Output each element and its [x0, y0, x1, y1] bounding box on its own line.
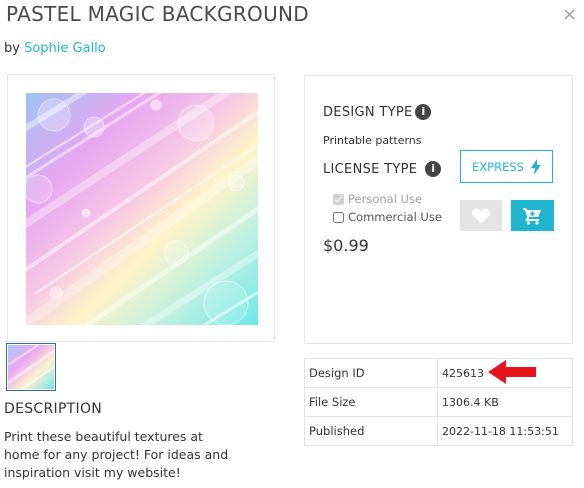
product-info-panel: DESIGN TYPE i Printable patterns LICENSE…	[304, 75, 573, 344]
cart-icon	[523, 207, 541, 225]
personal-use-option: Personal Use	[333, 192, 422, 206]
preview-thumbnail[interactable]	[6, 343, 56, 391]
personal-use-label: Personal Use	[348, 192, 423, 206]
file-size-value: 1306.4 KB	[437, 387, 573, 417]
price: $0.99	[323, 236, 369, 255]
description-heading: DESCRIPTION	[4, 401, 103, 417]
table-row: File Size 1306.4 KB	[304, 387, 573, 417]
heart-icon	[472, 208, 490, 223]
favorite-button[interactable]	[460, 200, 502, 231]
design-type-row: DESIGN TYPE i	[323, 104, 432, 120]
file-size-key: File Size	[304, 387, 438, 417]
express-button[interactable]: EXPRESS	[460, 150, 553, 183]
description-text: Print these beautiful textures at home f…	[4, 429, 229, 480]
annotation-arrow-icon	[488, 360, 536, 384]
published-value: 2022-11-18 11:53:51	[437, 416, 573, 446]
product-preview	[7, 74, 275, 342]
express-label: EXPRESS	[472, 159, 524, 174]
design-type-info-icon[interactable]: i	[415, 104, 432, 120]
license-type-label: LICENSE TYPE	[323, 161, 418, 177]
byline: by Sophie Gallo	[4, 41, 106, 56]
personal-use-checkbox	[333, 193, 344, 205]
close-icon[interactable]: ×	[562, 4, 577, 25]
author-link[interactable]: Sophie Gallo	[24, 41, 106, 56]
by-label: by	[4, 41, 20, 56]
commercial-use-option[interactable]: Commercial Use	[333, 210, 442, 224]
commercial-use-label: Commercial Use	[348, 210, 442, 224]
lightning-icon	[530, 158, 541, 175]
add-to-cart-button[interactable]	[511, 200, 554, 231]
design-type-value: Printable patterns	[323, 134, 422, 147]
page-title: PASTEL MAGIC BACKGROUND	[6, 2, 309, 26]
thumbnail-image	[8, 345, 54, 389]
license-type-row: LICENSE TYPE i	[323, 161, 442, 177]
design-id-key: Design ID	[304, 358, 438, 388]
design-type-label: DESIGN TYPE	[323, 104, 413, 120]
published-key: Published	[304, 416, 438, 446]
pastel-pattern-image	[26, 93, 258, 325]
license-type-info-icon[interactable]: i	[425, 161, 442, 177]
table-row: Published 2022-11-18 11:53:51	[304, 416, 573, 446]
commercial-use-checkbox[interactable]	[333, 211, 344, 223]
